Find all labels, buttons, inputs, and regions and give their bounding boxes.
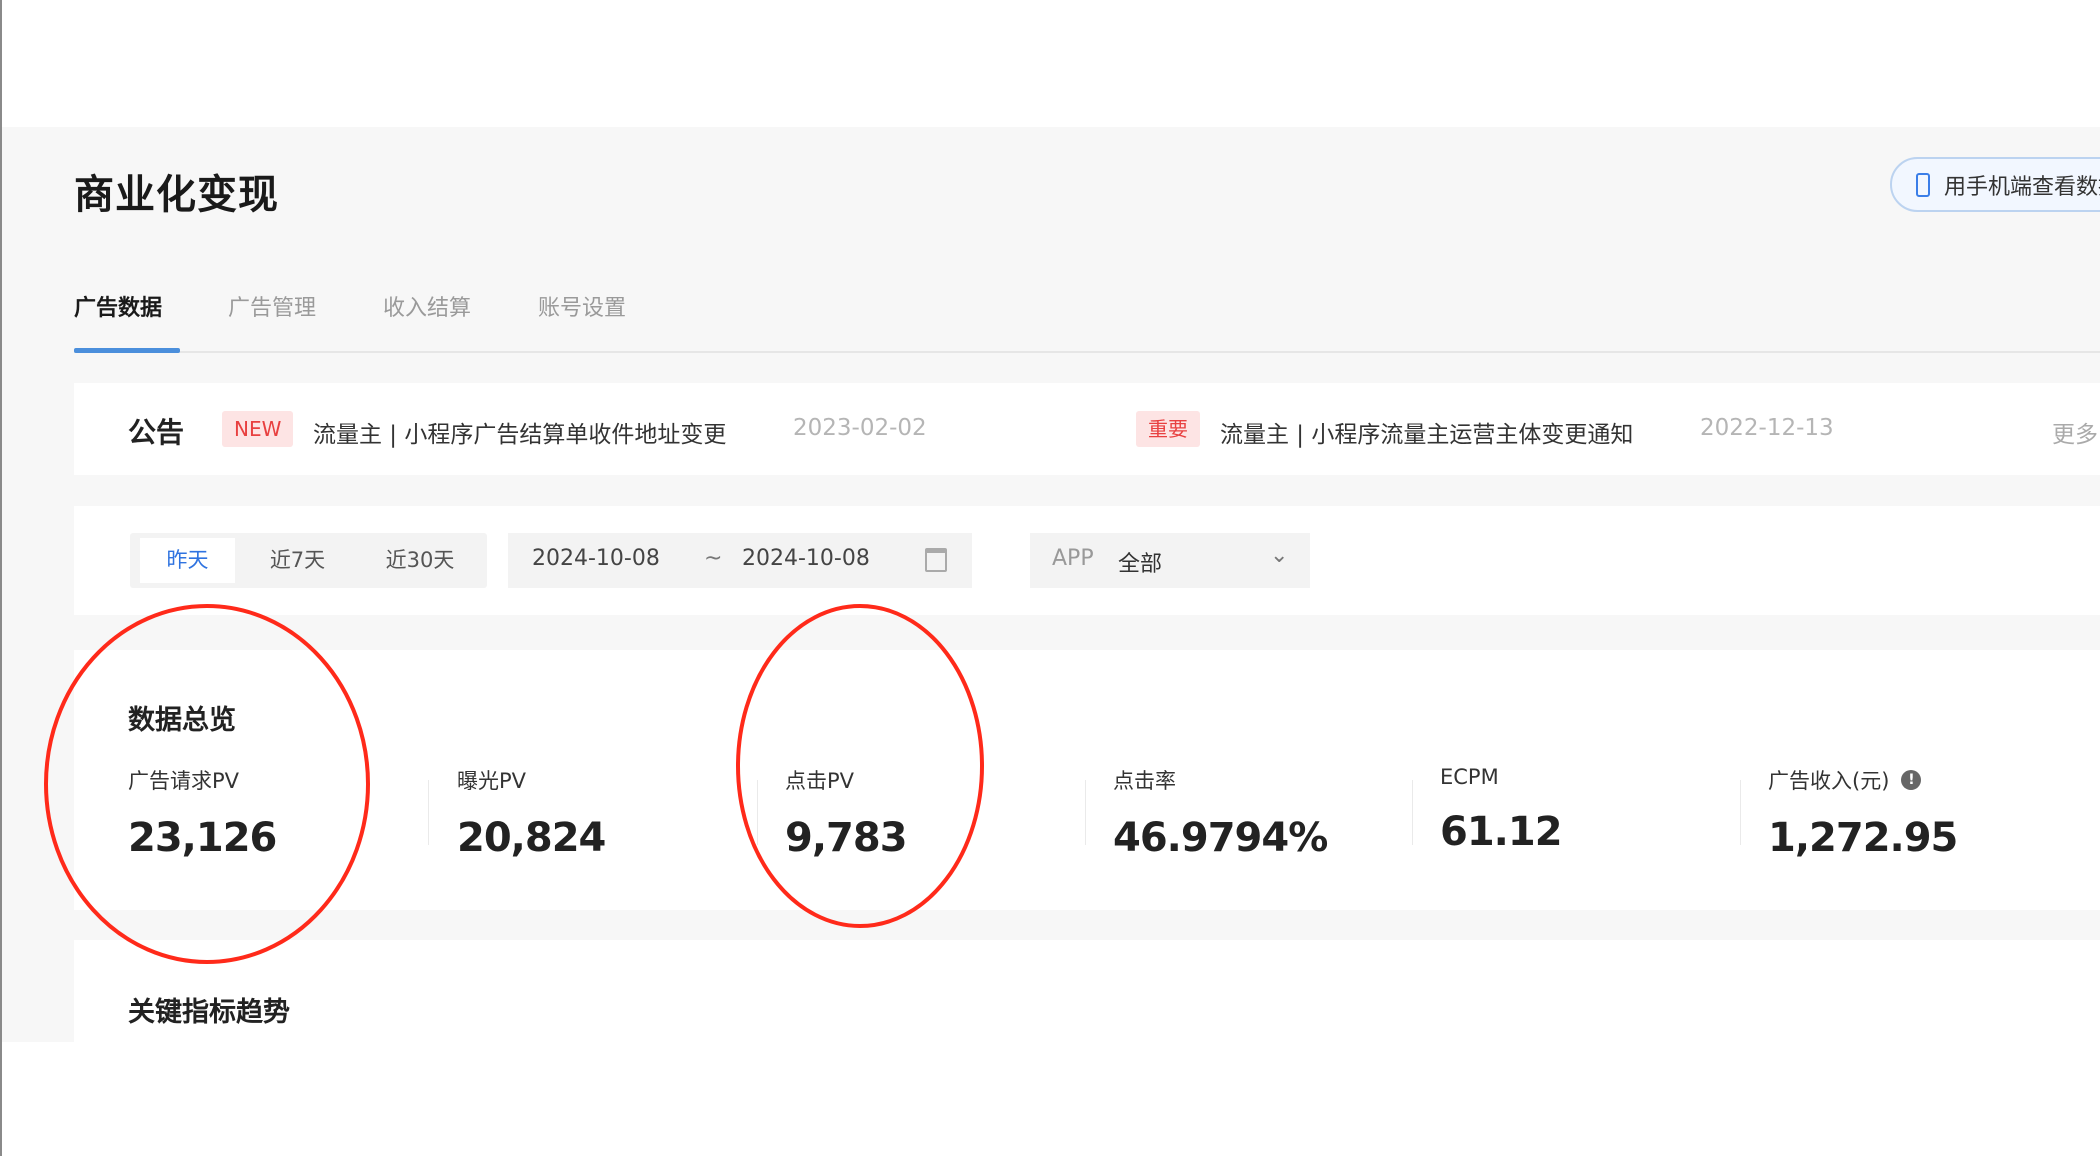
chevron-down-icon: ⌄ [1270, 543, 1289, 568]
announcement-bar: 公告 NEW 流量主 | 小程序广告结算单收件地址变更 2023-02-02 重… [74, 383, 2100, 475]
metric-value: 46.9794% [1113, 815, 1328, 861]
view-on-mobile-label: 用手机端查看数据 [1944, 174, 2100, 200]
metric-label: 广告请求PV [128, 769, 240, 793]
metric-divider [428, 780, 429, 845]
metric-value: 61.12 [1440, 809, 1563, 855]
metric-label: 点击率 [1113, 769, 1176, 793]
announcement-date: 2022-12-13 [1700, 415, 1834, 441]
metric-value: 20,824 [457, 815, 606, 861]
tab-ad-management[interactable]: 广告管理 [228, 290, 316, 322]
phone-icon [1916, 172, 1930, 197]
app-select[interactable]: APP 全部 ⌄ [1030, 533, 1310, 588]
metric-divider [1085, 780, 1086, 845]
metric-ad-requests: 广告请求PV 23,126 [128, 765, 448, 861]
active-tab-indicator [74, 348, 180, 353]
tab-ad-data[interactable]: 广告数据 [74, 290, 162, 322]
key-metrics-trend-card: 关键指标趋势 [74, 940, 2100, 1042]
app-select-value: 全部 [1118, 552, 1163, 577]
announcement-link[interactable]: 流量主 | 小程序流量主运营主体变更通知 [1220, 415, 1633, 449]
metric-divider [1740, 780, 1741, 845]
date-separator: ~ [704, 546, 723, 571]
metric-clicks: 点击PV 9,783 [785, 765, 1105, 861]
info-icon[interactable]: ! [1901, 770, 1922, 790]
metric-value: 23,126 [128, 815, 277, 861]
overview-title: 数据总览 [128, 705, 236, 736]
metric-value: 9,783 [785, 815, 908, 861]
new-badge: NEW [222, 411, 294, 447]
metric-label: 点击PV [785, 769, 855, 793]
tab-income-settlement[interactable]: 收入结算 [383, 290, 471, 322]
date-range-segmented: 昨天 近7天 近30天 [130, 533, 487, 588]
metric-ctr: 点击率 46.9794% [1113, 765, 1433, 861]
metric-label: 广告收入(元)! [1768, 765, 2088, 795]
announcement-label: 公告 [128, 416, 185, 449]
metric-label-text: 广告收入(元) [1768, 769, 1890, 793]
data-overview-card: 数据总览 广告请求PV 23,126 曝光PV 20,824 点击PV 9,783 点… [74, 650, 2100, 910]
metric-value: 1,272.95 [1768, 815, 1958, 861]
range-7-days[interactable]: 近7天 [250, 533, 345, 588]
page-title: 商业化变现 [74, 172, 279, 218]
metric-label: 曝光PV [457, 769, 527, 793]
tab-divider [74, 351, 2100, 353]
metric-ecpm: ECPM 61.12 [1440, 765, 1760, 855]
metric-divider [757, 780, 758, 845]
trend-title: 关键指标趋势 [128, 997, 290, 1028]
view-on-mobile-button[interactable]: 用手机端查看数据 [1890, 157, 2100, 212]
metric-impressions: 曝光PV 20,824 [457, 765, 777, 861]
announcement-link[interactable]: 流量主 | 小程序广告结算单收件地址变更 [313, 415, 726, 449]
metric-label: ECPM [1440, 765, 1499, 789]
filter-bar: 昨天 近7天 近30天 2024-10-08 ~ 2024-10-08 APP … [74, 506, 2100, 615]
range-yesterday[interactable]: 昨天 [140, 538, 235, 583]
tab-account-settings[interactable]: 账号设置 [538, 290, 626, 322]
start-date[interactable]: 2024-10-08 [532, 546, 660, 571]
metric-ad-income: 广告收入(元)! 1,272.95 [1768, 765, 2088, 861]
end-date[interactable]: 2024-10-08 [742, 546, 870, 571]
announcement-date: 2023-02-02 [793, 415, 927, 441]
date-range-picker[interactable]: 2024-10-08 ~ 2024-10-08 [508, 533, 972, 588]
more-link[interactable]: 更多 [2052, 415, 2098, 449]
app-select-label: APP [1052, 546, 1094, 571]
metric-divider [1412, 780, 1413, 845]
range-30-days[interactable]: 近30天 [365, 533, 475, 588]
important-badge: 重要 [1136, 411, 1200, 447]
calendar-icon[interactable] [925, 548, 947, 572]
